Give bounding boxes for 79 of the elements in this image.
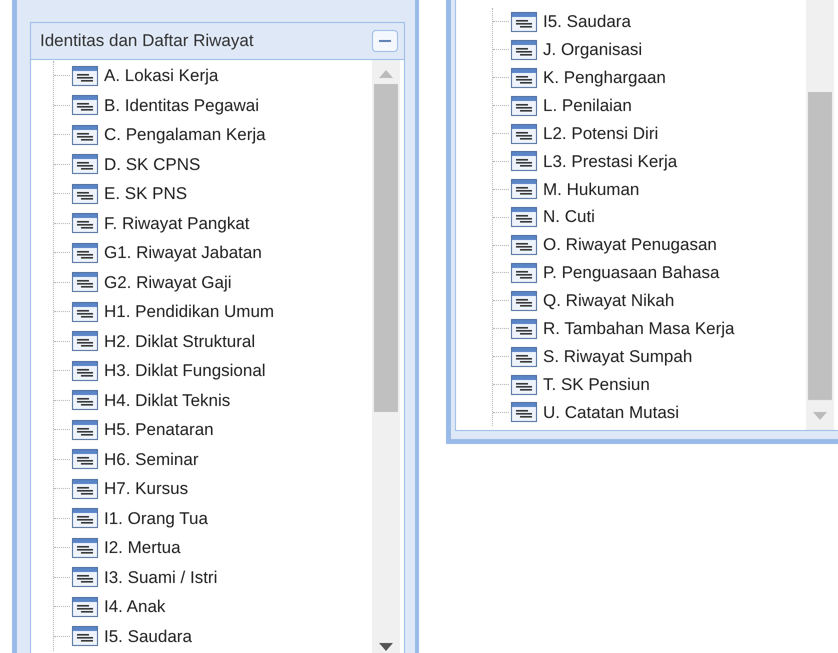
- tree-item[interactable]: L. Penilaian: [543, 92, 632, 118]
- tree-item[interactable]: M. Hukuman: [543, 176, 640, 202]
- list-icon: [72, 508, 98, 528]
- list-icon: [72, 538, 98, 558]
- scroll-down-icon[interactable]: [379, 643, 393, 651]
- tree-item[interactable]: H3. Diklat Fungsional: [104, 358, 266, 384]
- tree-item[interactable]: N. Cuti: [543, 204, 595, 230]
- list-icon: [72, 184, 98, 204]
- tree-item[interactable]: P. Penguasaan Bahasa: [543, 260, 720, 286]
- tree-item[interactable]: H6. Seminar: [104, 446, 198, 472]
- tree-item[interactable]: O. Riwayat Penugasan: [543, 232, 717, 258]
- tree-item[interactable]: D. SK CPNS: [104, 152, 200, 177]
- list-icon: [511, 290, 537, 311]
- list-icon: [72, 567, 98, 588]
- panel-title: Identitas dan Daftar Riwayat: [40, 30, 254, 52]
- tree-item[interactable]: H4. Diklat Teknis: [104, 388, 230, 413]
- tree-item[interactable]: J. Organisasi: [543, 37, 642, 63]
- list-icon: [72, 360, 98, 381]
- list-icon: [72, 66, 98, 86]
- list-icon: [72, 478, 98, 499]
- list-icon: [511, 96, 537, 116]
- tree-item[interactable]: K. Penghargaan: [543, 64, 666, 90]
- scrollbar[interactable]: [806, 0, 834, 430]
- tree-item[interactable]: H5. Penataran: [104, 417, 214, 442]
- tree-item[interactable]: T. SK Pensiun: [543, 372, 650, 398]
- tree-item[interactable]: L3. Prestasi Kerja: [543, 148, 678, 174]
- tree-item[interactable]: B. Identitas Pegawai: [104, 92, 259, 118]
- list-icon: [511, 40, 537, 60]
- list-icon: [511, 12, 537, 32]
- tree-item[interactable]: Q. Riwayat Nikah: [543, 288, 674, 314]
- list-icon: [511, 262, 537, 283]
- list-icon: [511, 124, 537, 144]
- tree-item[interactable]: G2. Riwayat Gaji: [104, 270, 232, 295]
- tree-item[interactable]: F. Riwayat Pangkat: [104, 210, 250, 236]
- list-icon: [511, 207, 537, 228]
- list-icon: [511, 346, 537, 367]
- list-icon: [72, 95, 98, 116]
- tree-item[interactable]: S. Riwayat Sumpah: [543, 344, 692, 370]
- list-icon: [72, 390, 98, 410]
- tree-item[interactable]: I2. Mertua: [104, 535, 181, 560]
- list-icon: [511, 68, 537, 88]
- tree-item[interactable]: L2. Potensi Diri: [543, 120, 658, 146]
- list-icon: [72, 213, 98, 234]
- list-icon: [511, 179, 537, 200]
- list-icon: [72, 331, 98, 352]
- tree-item[interactable]: H7. Kursus: [104, 476, 188, 502]
- scrollbar-thumb[interactable]: [808, 92, 832, 400]
- list-icon: [72, 420, 98, 440]
- tree-item[interactable]: H2. Diklat Struktural: [104, 328, 256, 354]
- list-icon: [72, 302, 98, 322]
- tree-item[interactable]: I4. Anak: [104, 594, 166, 620]
- list-icon: [72, 272, 98, 292]
- tree-item[interactable]: I1. Orang Tua: [104, 506, 208, 531]
- tree-item[interactable]: U. Catatan Mutasi: [543, 400, 680, 426]
- list-icon: [72, 124, 98, 145]
- tree-item[interactable]: A. Lokasi Kerja: [104, 63, 218, 88]
- tree-item[interactable]: C. Pengalaman Kerja: [104, 122, 266, 148]
- tree-item[interactable]: R. Tambahan Masa Kerja: [543, 316, 735, 342]
- list-icon: [72, 626, 98, 646]
- tree-item[interactable]: G1. Riwayat Jabatan: [104, 240, 262, 266]
- scrollbar-thumb[interactable]: [374, 84, 398, 412]
- scrollbar[interactable]: [372, 60, 400, 653]
- list-icon: [72, 242, 98, 263]
- scroll-up-icon[interactable]: [379, 70, 393, 78]
- list-icon: [511, 318, 537, 339]
- tree-item[interactable]: E. SK PNS: [104, 181, 188, 206]
- list-icon: [511, 374, 537, 395]
- list-icon: [72, 449, 98, 470]
- list-icon: [511, 235, 537, 256]
- list-icon: [72, 596, 98, 617]
- list-icon: [72, 154, 98, 174]
- list-icon: [511, 151, 537, 172]
- tree-item[interactable]: I3. Suami / Istri: [104, 564, 218, 590]
- tree-item[interactable]: I5. Saudara: [104, 624, 192, 649]
- minus-icon: [379, 40, 391, 42]
- list-icon: [511, 402, 537, 422]
- collapse-button[interactable]: [372, 30, 398, 52]
- tree-item[interactable]: H1. Pendidikan Umum: [104, 299, 274, 324]
- tree-item[interactable]: I5. Saudara: [543, 9, 631, 35]
